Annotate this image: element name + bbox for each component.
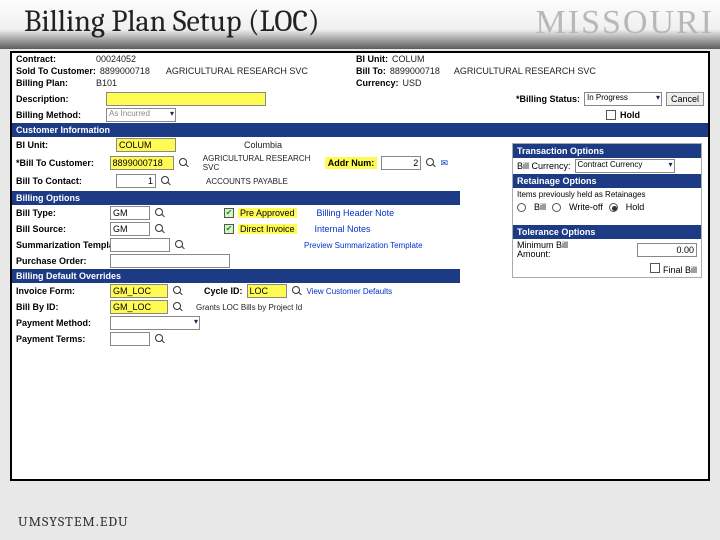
bill-type-input[interactable]: GM	[110, 206, 150, 220]
app-panel: Contract: 00024052 Sold To Customer: 889…	[10, 51, 710, 481]
ci-contact-name: ACCOUNTS PAYABLE	[206, 177, 288, 186]
bill-by-input[interactable]: GM_LOC	[110, 300, 168, 314]
customer-info-header: Customer Information	[12, 123, 708, 137]
contract-label: Contract:	[16, 54, 56, 64]
bill-to-top-label: Bill To:	[356, 66, 386, 76]
preview-summ-link[interactable]: Preview Summarization Template	[304, 241, 423, 250]
hold-label: Hold	[620, 110, 640, 120]
overrides-header: Billing Default Overrides	[12, 269, 460, 283]
invoice-form-label: Invoice Form:	[16, 286, 106, 296]
bi-unit-top-label: BI Unit:	[356, 54, 388, 64]
lookup-icon[interactable]	[174, 239, 186, 251]
lookup-icon[interactable]	[172, 285, 184, 297]
bill-by-desc: Grants LOC Bills by Project Id	[196, 303, 302, 312]
lookup-icon[interactable]	[154, 207, 166, 219]
pay-method-label: Payment Method:	[16, 318, 106, 328]
bi-unit-top-value: COLUM	[392, 54, 425, 64]
bill-source-label: Bill Source:	[16, 224, 106, 234]
right-panels: Transaction Options Bill Currency: Contr…	[512, 143, 702, 278]
status-select[interactable]: In Progress	[584, 92, 662, 106]
invoice-form-input[interactable]: GM_LOC	[110, 284, 168, 298]
cycle-id-label: Cycle ID:	[204, 286, 243, 296]
min-bill-input[interactable]: 0.00	[637, 243, 697, 257]
ci-bi-unit-input[interactable]: COLUM	[116, 138, 176, 152]
bill-source-input[interactable]: GM	[110, 222, 150, 236]
lookup-icon[interactable]	[425, 157, 436, 169]
lookup-icon[interactable]	[178, 157, 189, 169]
summ-tmpl-input[interactable]	[110, 238, 170, 252]
sold-to-label: Sold To Customer:	[16, 66, 96, 76]
plan-value: B101	[96, 78, 117, 88]
pay-method-select[interactable]	[110, 316, 200, 330]
lookup-icon[interactable]	[291, 285, 303, 297]
final-bill-checkbox[interactable]	[650, 263, 660, 273]
status-label: *Billing Status:	[516, 94, 580, 104]
pay-terms-label: Payment Terms:	[16, 334, 106, 344]
billing-options-header: Billing Options	[12, 191, 460, 205]
bill-to-top-id: 8899000718	[390, 66, 440, 76]
method-select[interactable]: As Incurred	[106, 108, 176, 122]
retainage-writeoff-radio[interactable]	[552, 203, 561, 212]
pre-approved-label: Pre Approved	[238, 208, 297, 218]
hold-checkbox[interactable]	[606, 110, 616, 120]
lookup-icon[interactable]	[160, 175, 172, 187]
method-label: Billing Method:	[16, 110, 102, 120]
final-bill-label: Final Bill	[663, 265, 697, 275]
lookup-icon[interactable]	[154, 333, 166, 345]
po-label: Purchase Order:	[16, 256, 106, 266]
tolerance-header: Tolerance Options	[513, 225, 701, 239]
sold-to-name: AGRICULTURAL RESEARCH SVC	[166, 66, 308, 76]
currency-value: USD	[403, 78, 422, 88]
ci-bill-to-label: *Bill To Customer:	[16, 158, 106, 168]
watermark: MISSOURI	[536, 4, 714, 42]
retainage-hold-radio[interactable]	[609, 203, 618, 212]
pay-terms-input[interactable]	[110, 332, 150, 346]
retainage-note: Items previously held as Retainages	[513, 188, 701, 201]
ci-bi-unit-label: BI Unit:	[16, 140, 112, 150]
plan-label: Billing Plan:	[16, 78, 68, 88]
ci-contact-input[interactable]: 1	[116, 174, 156, 188]
cycle-id-input[interactable]: LOC	[247, 284, 287, 298]
ci-bill-to-name: AGRICULTURAL RESEARCH SVC	[203, 154, 321, 172]
footer-text: UMSYSTEM.EDU	[18, 513, 129, 530]
lookup-icon[interactable]	[154, 223, 166, 235]
addr-num-label: Addr Num:	[325, 157, 378, 169]
bill-curr-select[interactable]: Contract Currency	[575, 159, 675, 173]
header-note-link[interactable]: Billing Header Note	[317, 208, 395, 218]
envelope-icon[interactable]: ✉	[440, 158, 448, 169]
addr-num-input[interactable]: 2	[381, 156, 421, 170]
trans-options-header: Transaction Options	[513, 144, 701, 158]
direct-invoice-checkbox[interactable]	[224, 224, 234, 234]
lookup-icon[interactable]	[172, 301, 184, 313]
min-bill-label: Minimum Bill Amount:	[517, 241, 587, 259]
retainage-bill-radio[interactable]	[517, 203, 526, 212]
pre-approved-checkbox[interactable]	[224, 208, 234, 218]
ci-bi-unit-desc: Columbia	[244, 140, 282, 150]
ci-bill-to-input[interactable]: 8899000718	[110, 156, 174, 170]
direct-invoice-label: Direct Invoice	[238, 224, 297, 234]
contract-value: 00024052	[96, 54, 136, 64]
view-defaults-link[interactable]: View Customer Defaults	[307, 287, 393, 296]
description-label: Description:	[16, 94, 102, 104]
sold-to-id: 8899000718	[100, 66, 150, 76]
po-input[interactable]	[110, 254, 230, 268]
retainage-header: Retainage Options	[513, 174, 701, 188]
bill-to-top-name: AGRICULTURAL RESEARCH SVC	[454, 66, 596, 76]
ci-contact-label: Bill To Contact:	[16, 176, 112, 186]
description-input[interactable]	[106, 92, 266, 106]
cancel-button[interactable]: Cancel	[666, 92, 704, 106]
currency-label: Currency:	[356, 78, 399, 88]
bill-curr-label: Bill Currency:	[517, 161, 571, 171]
internal-notes-link[interactable]: Internal Notes	[315, 224, 371, 234]
bill-type-label: Bill Type:	[16, 208, 106, 218]
bill-by-label: Bill By ID:	[16, 302, 106, 312]
retainage-bill-label: Bill	[534, 202, 546, 212]
retainage-writeoff-label: Write-off	[569, 202, 603, 212]
summ-tmpl-label: Summarization Template ID:	[16, 241, 106, 250]
retainage-hold-label: Hold	[626, 202, 645, 212]
